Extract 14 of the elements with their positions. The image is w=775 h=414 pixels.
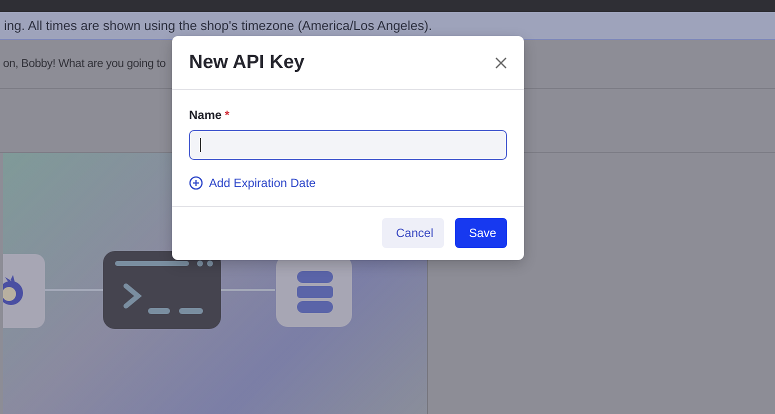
greeting-text: on, Bobby! What are you going to bbox=[3, 58, 166, 70]
save-button[interactable]: Save bbox=[455, 218, 507, 248]
close-icon[interactable] bbox=[494, 56, 508, 70]
dialog-title: New API Key bbox=[189, 52, 304, 74]
banner-text: ing. All times are shown using the shop's timezone (America/Los Angeles). bbox=[4, 18, 432, 33]
name-input-field[interactable] bbox=[189, 130, 507, 160]
required-mark: * bbox=[224, 108, 230, 122]
terminal-icon bbox=[103, 251, 221, 329]
connector-line bbox=[219, 289, 275, 291]
mascot-tile-icon bbox=[3, 254, 45, 328]
field-label: Name bbox=[189, 108, 222, 122]
add-expiration-date-link[interactable]: Add Expiration Date bbox=[189, 176, 316, 190]
plus-circle-icon bbox=[189, 176, 203, 190]
cancel-button[interactable]: Cancel bbox=[382, 218, 444, 248]
